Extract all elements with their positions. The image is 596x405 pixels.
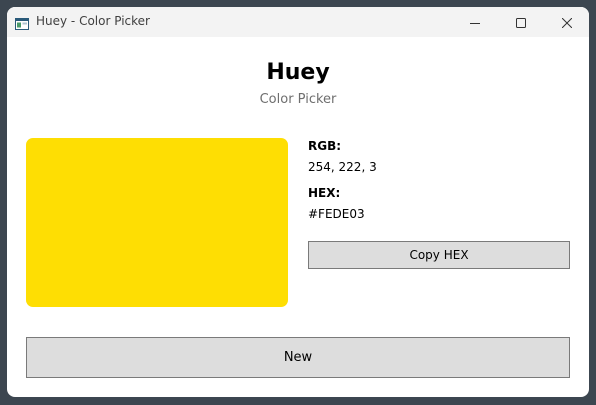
app-title: Huey	[266, 60, 330, 85]
minimize-button[interactable]	[452, 7, 498, 37]
hex-label: HEX:	[308, 186, 341, 200]
maximize-button[interactable]	[498, 7, 544, 37]
app-window: Huey - Color Picker Huey Color Picker RG…	[7, 7, 589, 397]
color-swatch	[26, 138, 288, 307]
new-color-button[interactable]: New	[26, 337, 570, 378]
maximize-icon	[516, 13, 526, 32]
hex-value: #FEDE03	[308, 207, 365, 221]
window-title: Huey - Color Picker	[36, 14, 150, 28]
close-button[interactable]	[544, 7, 589, 37]
title-bar[interactable]: Huey - Color Picker	[7, 7, 589, 37]
minimize-icon	[470, 13, 480, 32]
close-icon	[561, 13, 573, 32]
app-subtitle: Color Picker	[259, 92, 337, 107]
app-window-icon	[15, 15, 29, 30]
copy-hex-button[interactable]: Copy HEX	[308, 241, 570, 269]
rgb-value: 254, 222, 3	[308, 160, 377, 174]
rgb-label: RGB:	[308, 139, 342, 153]
